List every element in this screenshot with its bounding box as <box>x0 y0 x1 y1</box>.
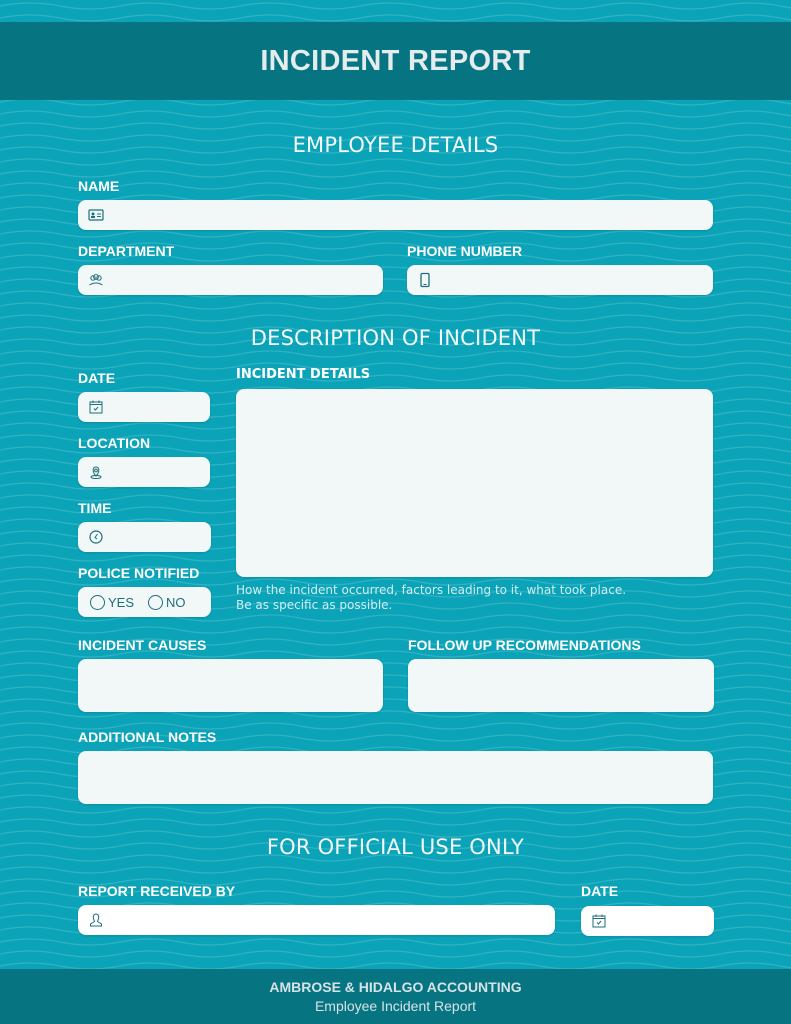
name-field[interactable] <box>78 200 713 230</box>
incident-causes-textarea[interactable] <box>78 659 383 712</box>
phone-field[interactable] <box>407 265 713 295</box>
police-notified-no-radio[interactable]: NO <box>148 594 186 610</box>
footer-organization: AMBROSE & HIDALGO ACCOUNTING <box>269 979 522 995</box>
official-date-field[interactable] <box>581 906 714 936</box>
official-date-label: DATE <box>581 883 619 899</box>
additional-notes-textarea[interactable] <box>78 751 713 804</box>
section-heading-description: DESCRIPTION OF INCIDENT <box>250 326 541 350</box>
incident-date-field[interactable] <box>78 392 210 422</box>
follow-up-label: FOLLOW UP RECOMMENDATIONS <box>408 637 641 653</box>
phone-label: PHONE NUMBER <box>407 243 523 259</box>
phone-icon <box>420 272 430 288</box>
time-label: TIME <box>78 500 112 516</box>
footer-bar: AMBROSE & HIDALGO ACCOUNTING Employee In… <box>0 969 791 1024</box>
group-icon <box>89 274 103 286</box>
department-label: DEPARTMENT <box>78 243 175 259</box>
location-label: LOCATION <box>78 435 151 451</box>
calendar-icon <box>592 914 606 928</box>
calendar-icon <box>89 400 103 414</box>
date-label: DATE <box>78 370 116 386</box>
radio-circle-icon <box>148 594 164 610</box>
incident-details-hint: How the incident occurred, factors leadi… <box>236 583 627 612</box>
header-bar: INCIDENT REPORT <box>0 22 791 100</box>
department-field[interactable] <box>78 265 383 295</box>
footer-subtitle: Employee Incident Report <box>314 998 477 1014</box>
time-field[interactable] <box>78 522 211 552</box>
page-title: INCIDENT REPORT <box>260 44 531 77</box>
incident-details-textarea[interactable] <box>236 389 713 577</box>
location-field[interactable] <box>78 457 210 487</box>
incident-details-label: INCIDENT DETAILS <box>236 367 371 382</box>
police-notified-yes-radio[interactable]: YES <box>90 594 134 610</box>
follow-up-textarea[interactable] <box>408 659 714 712</box>
location-pin-icon <box>90 466 102 479</box>
radio-circle-icon <box>90 594 105 610</box>
incident-causes-label: INCIDENT CAUSES <box>78 637 207 653</box>
received-by-label: REPORT RECEIVED BY <box>78 883 236 899</box>
received-by-field[interactable] <box>78 905 555 935</box>
person-icon <box>90 913 102 927</box>
section-heading-official-use: FOR OFFICIAL USE ONLY <box>266 835 525 859</box>
clock-icon <box>89 530 103 544</box>
additional-notes-label: ADDITIONAL NOTES <box>78 729 217 745</box>
id-card-icon <box>88 209 104 221</box>
police-notified-label: POLICE NOTIFIED <box>78 565 200 581</box>
name-label: NAME <box>78 178 120 194</box>
section-heading-employee-details: EMPLOYEE DETAILS <box>292 133 499 157</box>
police-notified-field: YES NO <box>78 587 211 617</box>
